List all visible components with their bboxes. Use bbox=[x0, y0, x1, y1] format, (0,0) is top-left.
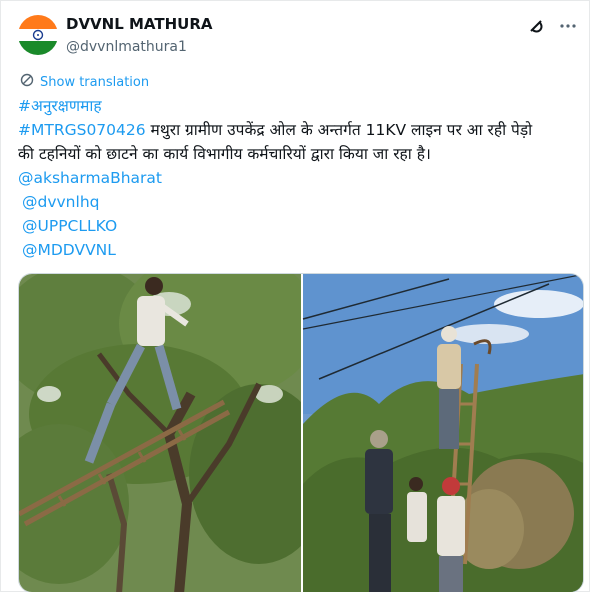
mention-link[interactable]: @MDDVVNL bbox=[18, 238, 584, 262]
translate-icon bbox=[20, 73, 34, 91]
photo-left[interactable] bbox=[19, 274, 329, 592]
mention-link[interactable]: @aksharmaBharat bbox=[18, 166, 584, 190]
show-translation-link[interactable]: Show translation bbox=[20, 73, 149, 91]
post-body-line: #MTRGS070426 मथुरा ग्रामीण उपकेंद्र ओल क… bbox=[18, 118, 584, 142]
display-name[interactable]: DVVNL MATHURA bbox=[66, 15, 213, 34]
body-text: मथुरा ग्रामीण उपकेंद्र ओल के अन्तर्गत 11… bbox=[145, 121, 533, 139]
hashtag-link[interactable]: #अनुरक्षणमाह bbox=[18, 94, 584, 118]
media-grid bbox=[18, 273, 584, 592]
post-text: #अनुरक्षणमाह #MTRGS070426 मथुरा ग्रामीण … bbox=[18, 94, 584, 262]
grok-icon[interactable] bbox=[525, 15, 547, 37]
mention-link[interactable]: @dvvnlhq bbox=[18, 190, 584, 214]
profile-avatar[interactable] bbox=[18, 15, 58, 55]
post-card: DVVNL MATHURA @dvvnlmathura1 Show transl… bbox=[0, 0, 590, 592]
post-body-line: की टहनियों को छाटने का कार्य विभागीय कर्… bbox=[18, 145, 431, 163]
user-handle[interactable]: @dvvnlmathura1 bbox=[66, 37, 213, 57]
more-icon[interactable] bbox=[557, 15, 579, 37]
mention-link[interactable]: @UPPCLLKO bbox=[18, 214, 584, 238]
photo-right[interactable] bbox=[302, 274, 584, 592]
author-block[interactable]: DVVNL MATHURA @dvvnlmathura1 bbox=[66, 15, 213, 57]
hashtag-link[interactable]: #MTRGS070426 bbox=[18, 121, 146, 139]
show-translation-label[interactable]: Show translation bbox=[40, 75, 149, 90]
